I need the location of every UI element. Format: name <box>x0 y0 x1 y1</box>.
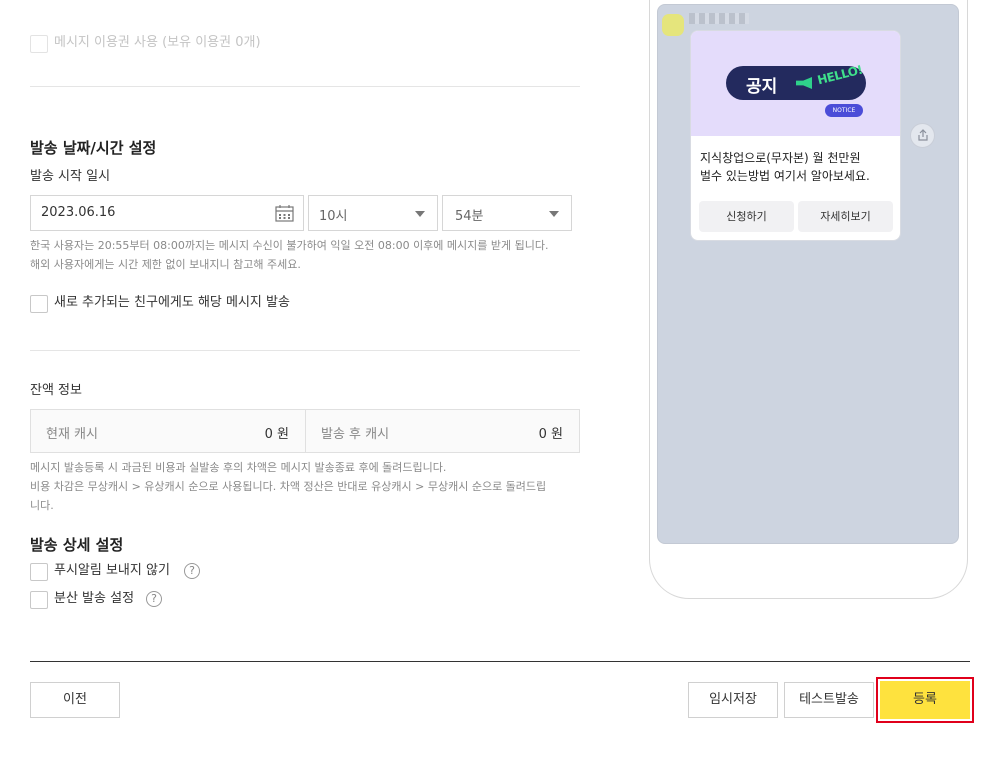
balance-notice-line1: 메시지 발송등록 시 과금된 비용과 실발송 후의 차액은 메시지 발송종료 후… <box>30 461 447 474</box>
test-send-button[interactable]: 테스트발송 <box>784 682 874 718</box>
megaphone-icon <box>796 77 812 89</box>
apply-button[interactable]: 신청하기 <box>699 201 794 232</box>
after-cash: 발송 후 캐시 0 원 <box>305 410 579 452</box>
new-friends-checkbox[interactable] <box>30 295 48 313</box>
share-icon[interactable] <box>910 123 935 148</box>
split-send-checkbox[interactable] <box>30 591 48 609</box>
after-cash-label: 발송 후 캐시 <box>321 427 390 442</box>
balance-notice: 메시지 발송등록 시 과금된 비용과 실발송 후의 차액은 메시지 발송종료 후… <box>30 458 590 515</box>
balance-title: 잔액 정보 <box>30 383 82 398</box>
schedule-notice: 한국 사용자는 20:55부터 08:00까지는 메시지 수신이 불가하여 익일… <box>30 236 590 274</box>
notice-pill-text: 공지 <box>746 77 778 97</box>
hour-value: 10시 <box>319 209 348 224</box>
notice-pill: 공지 HELLO! <box>726 62 866 100</box>
share-arrow-icon <box>918 129 928 141</box>
chevron-down-icon <box>415 211 425 217</box>
chevron-down-icon <box>549 211 559 217</box>
split-send-label: 분산 발송 설정 <box>54 591 135 606</box>
message-bubble: 공지 HELLO! NOTICE 지식창업으로(무자본) 월 천만원 벌수 있는… <box>690 30 901 241</box>
sender-name-blurred <box>689 13 749 24</box>
calendar-icon[interactable] <box>275 204 294 222</box>
current-cash-label: 현재 캐시 <box>46 427 98 442</box>
new-friends-label: 새로 추가되는 친구에게도 해당 메시지 발송 <box>54 295 290 310</box>
details-button[interactable]: 자세히보기 <box>798 201 893 232</box>
notice-banner-image: 공지 HELLO! NOTICE <box>691 31 900 136</box>
minute-value: 54분 <box>455 209 484 224</box>
prev-button[interactable]: 이전 <box>30 682 120 718</box>
date-input[interactable]: 2023.06.16 <box>30 195 304 231</box>
draft-save-button[interactable]: 임시저장 <box>688 682 778 718</box>
help-icon[interactable]: ? <box>184 563 200 579</box>
profile-avatar <box>662 14 684 36</box>
footer-divider <box>30 661 970 662</box>
no-push-label: 푸시알림 보내지 않기 <box>54 563 170 578</box>
detail-title: 발송 상세 설정 <box>30 536 124 554</box>
current-cash: 현재 캐시 0 원 <box>31 410 305 452</box>
schedule-notice-line1: 한국 사용자는 20:55부터 08:00까지는 메시지 수신이 불가하여 익일… <box>30 239 549 252</box>
current-cash-value: 0 원 <box>264 427 289 442</box>
no-push-checkbox[interactable] <box>30 563 48 581</box>
notice-tag: NOTICE <box>825 104 863 117</box>
register-button[interactable]: 등록 <box>880 681 970 719</box>
balance-box: 현재 캐시 0 원 발송 후 캐시 0 원 <box>30 409 580 453</box>
balance-notice-line3: 니다. <box>30 499 54 512</box>
divider <box>30 86 580 87</box>
schedule-notice-line2: 해외 사용자에게는 시간 제한 없이 보내지니 참고해 주세요. <box>30 258 301 271</box>
message-line1: 지식창업으로(무자본) 월 천만원 <box>700 151 861 165</box>
ticket-checkbox[interactable] <box>30 35 48 53</box>
balance-notice-line2: 비용 차감은 무상캐시 > 유상캐시 순으로 사용됩니다. 차액 정산은 반대로… <box>30 480 547 493</box>
ticket-label: 메시지 이용권 사용 (보유 이용권 0개) <box>54 35 261 50</box>
message-text: 지식창업으로(무자본) 월 천만원 벌수 있는방법 여기서 알아보세요. <box>700 149 895 185</box>
start-datetime-label: 발송 시작 일시 <box>30 169 111 184</box>
hour-select[interactable]: 10시 <box>308 195 438 231</box>
divider <box>30 350 580 351</box>
hello-text: HELLO! <box>815 62 864 88</box>
after-cash-value: 0 원 <box>538 427 563 442</box>
minute-select[interactable]: 54분 <box>442 195 572 231</box>
message-line2: 벌수 있는방법 여기서 알아보세요. <box>700 169 870 183</box>
date-value: 2023.06.16 <box>41 205 116 220</box>
schedule-title: 발송 날짜/시간 설정 <box>30 139 157 157</box>
help-icon[interactable]: ? <box>146 591 162 607</box>
